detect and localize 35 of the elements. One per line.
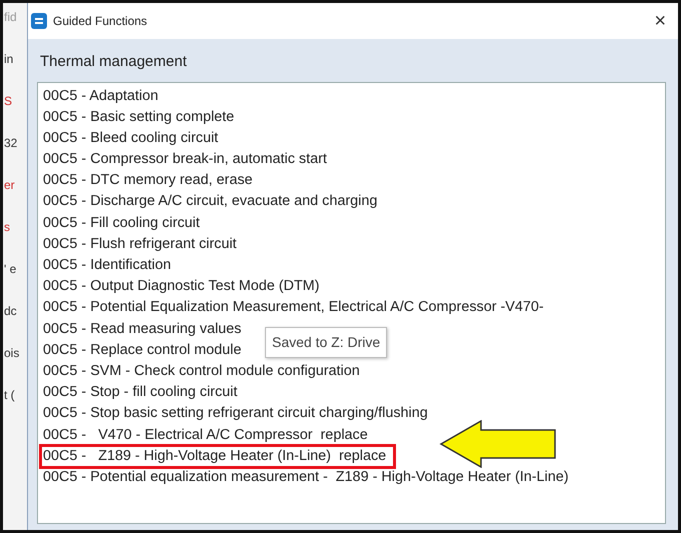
function-item[interactable]: 00C5 - Z189 - High-Voltage Heater (In-Line) replace: [41, 446, 394, 467]
tooltip: Saved to Z: Drive: [265, 327, 388, 358]
function-item[interactable]: 00C5 - Potential equalization measurement - Z189 - High-Voltage Heater (In-Line): [41, 466, 569, 488]
function-item[interactable]: 00C5 - Identification: [41, 255, 171, 276]
function-item[interactable]: 00C5 - V470 - Electrical A/C Compressor replace: [41, 424, 368, 446]
arrow-icon: [439, 420, 557, 468]
function-item[interactable]: 00C5 - Stop basic setting refrigerant circuit charging/flushing: [41, 403, 428, 424]
function-item[interactable]: 00C5 - Output Diagnostic Test Mode (DTM): [41, 276, 320, 298]
section-heading: Thermal management: [39, 52, 188, 72]
background-text: ois: [3, 347, 20, 362]
background-text: dc: [3, 305, 18, 320]
function-item[interactable]: 00C5 - Flush refrigerant circuit: [41, 234, 237, 255]
function-item[interactable]: 00C5 - DTC memory read, erase: [41, 170, 253, 192]
window-title: Guided Functions: [53, 13, 148, 30]
function-item[interactable]: 00C5 - Discharge A/C circuit, evacuate and charging: [41, 191, 378, 213]
background-text: t (: [3, 389, 16, 404]
background-text: 32: [3, 137, 18, 152]
background-text: er: [3, 179, 16, 194]
function-item[interactable]: 00C5 - Fill cooling circuit: [41, 212, 200, 234]
close-button[interactable]: ×: [650, 11, 670, 31]
background-text: ' e: [3, 263, 18, 278]
function-item[interactable]: 00C5 - Potential Equalization Measurement, Electrical A/C Compressor -V470-: [41, 297, 544, 319]
function-item[interactable]: 00C5 - Read measuring values: [41, 318, 242, 340]
function-item[interactable]: 00C5 - SVM - Check control module configuration: [41, 360, 360, 382]
function-item[interactable]: 00C5 - Adaptation: [41, 86, 158, 107]
function-item[interactable]: 00C5 - Replace control module: [41, 340, 242, 361]
background-text: in: [3, 53, 14, 68]
function-item[interactable]: 00C5 - Basic setting complete: [41, 106, 234, 128]
function-item[interactable]: 00C5 - Bleed cooling circuit: [41, 128, 218, 150]
app-icon: [31, 13, 47, 29]
background-text: fid: [3, 11, 18, 26]
function-item[interactable]: 00C5 - Compressor break-in, automatic start: [41, 149, 327, 170]
background-text: s: [3, 221, 11, 236]
function-item[interactable]: 00C5 - Stop - fill cooling circuit: [41, 382, 238, 404]
background-text: S: [3, 95, 14, 110]
